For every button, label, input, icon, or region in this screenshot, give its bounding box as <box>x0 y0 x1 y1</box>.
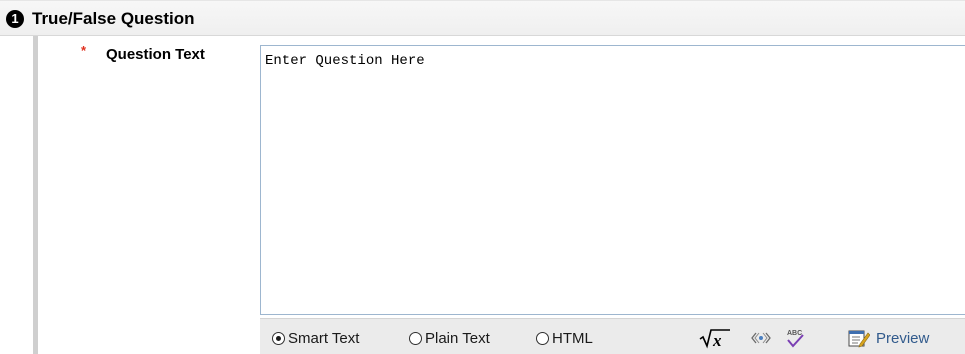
svg-text:ABC: ABC <box>787 330 802 337</box>
radio-button-selected[interactable] <box>272 331 285 345</box>
section-title: True/False Question <box>32 9 195 28</box>
radio-button[interactable] <box>409 331 422 345</box>
question-text-input[interactable]: Enter Question Here <box>260 45 965 315</box>
svg-text:x: x <box>712 331 722 349</box>
preview-edit-icon <box>848 330 870 348</box>
math-sqrt-x-icon[interactable]: x <box>698 327 732 349</box>
plain-text-radio[interactable]: Plain Text <box>409 329 490 347</box>
smart-text-label: Smart Text <box>288 329 360 347</box>
html-radio[interactable]: HTML <box>536 329 593 347</box>
html-label: HTML <box>552 329 593 347</box>
section-header: 1 True/False Question <box>0 0 965 36</box>
spell-check-icon[interactable]: ABC <box>784 327 806 349</box>
question-form: 1 True/False Question * Question Text En… <box>0 0 965 354</box>
radio-button[interactable] <box>536 331 549 345</box>
embed-code-icon-graphic <box>751 332 771 344</box>
required-indicator: * <box>81 43 87 58</box>
embed-code-icon[interactable] <box>750 327 772 349</box>
math-sqrt-x-icon-graphic: x <box>699 329 730 349</box>
preview-button[interactable]: Preview <box>848 327 929 349</box>
section-indent-bar <box>33 36 38 354</box>
smart-text-radio[interactable]: Smart Text <box>272 329 359 347</box>
question-text-label: Question Text <box>106 46 205 63</box>
text-editor-toolbar: Smart Text Plain Text HTML x ABC Preview <box>260 318 965 354</box>
plain-text-label: Plain Text <box>425 329 490 347</box>
step-number-badge: 1 <box>6 10 24 28</box>
preview-label[interactable]: Preview <box>876 330 929 347</box>
spell-check-icon-graphic: ABC <box>787 330 804 348</box>
